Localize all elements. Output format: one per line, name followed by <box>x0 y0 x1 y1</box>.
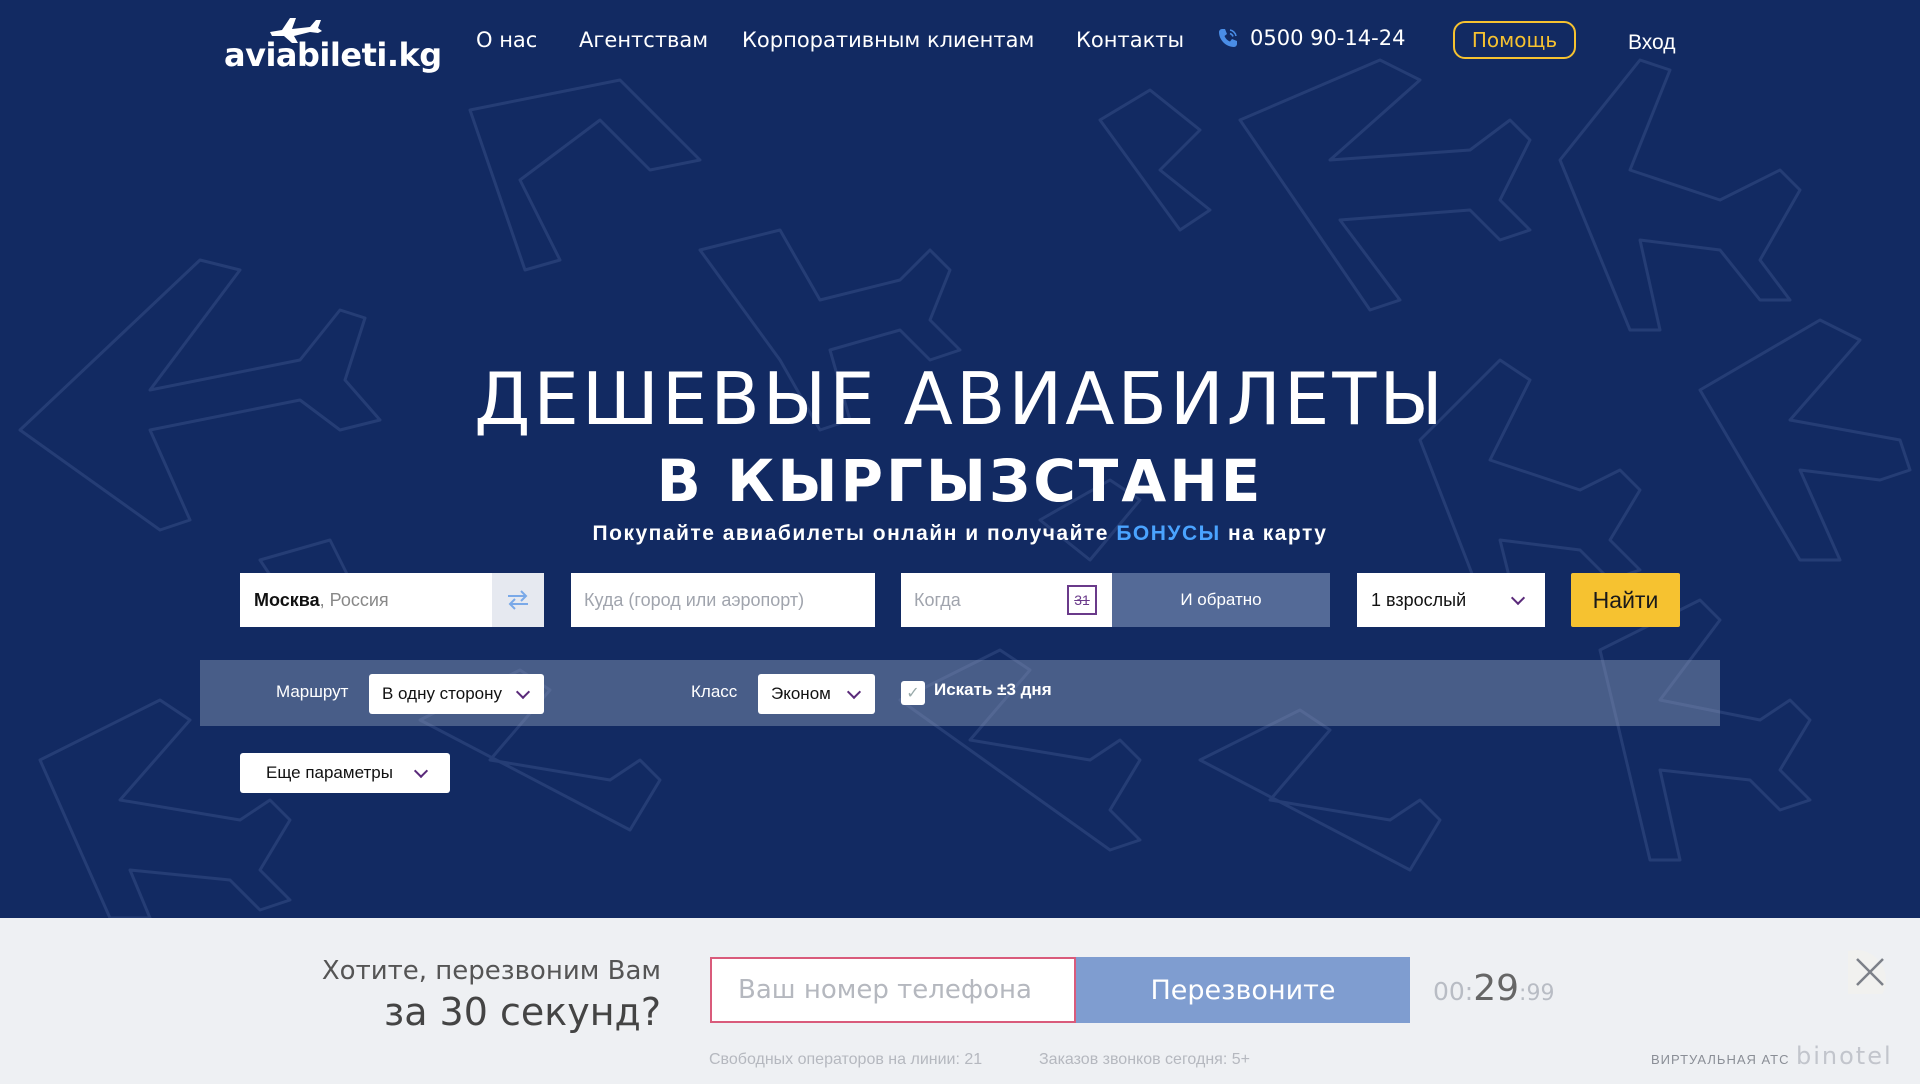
nav-contacts[interactable]: Контакты <box>1076 28 1184 58</box>
chevron-down-icon <box>515 684 531 699</box>
search-options-bar: Маршрут В одну сторону Класс Эконом ✓ Ис… <box>200 660 1720 726</box>
callback-widget: Хотите, перезвоним Вам за 30 секунд? Ваш… <box>0 918 1920 1084</box>
route-select[interactable]: В одну сторону <box>369 674 544 714</box>
chevron-down-icon <box>846 684 862 699</box>
callback-button[interactable]: Перезвоните <box>1076 957 1410 1023</box>
route-label: Маршрут <box>276 682 349 701</box>
timer-seconds: 29 <box>1473 968 1520 1009</box>
phone-icon <box>1219 29 1237 47</box>
hero-subtitle-bonus: БОНУСЫ <box>1116 522 1221 545</box>
timer-minutes: 00: <box>1433 977 1474 1006</box>
timer-ms: :99 <box>1519 981 1555 1006</box>
class-value: Эконом <box>771 684 831 703</box>
hero-title-line2: В КЫРГЫЗСТАНЕ <box>656 447 1264 515</box>
binotel-logo[interactable]: binotel <box>1796 1042 1893 1070</box>
chevron-down-icon <box>1510 590 1526 605</box>
flex-dates-label[interactable]: Искать ±3 дня <box>934 680 1052 700</box>
calendar-icon[interactable]: 31 <box>1067 585 1097 615</box>
swap-button[interactable] <box>492 573 544 627</box>
more-params-label: Еще параметры <box>266 763 393 782</box>
nav-corporate[interactable]: Корпоративным клиентам <box>742 28 1034 58</box>
to-field[interactable]: Куда (город или аэропорт) <box>571 573 875 627</box>
login-link[interactable]: Вход <box>1628 31 1676 55</box>
header-phone[interactable]: 0500 90-14-24 <box>1216 26 1405 50</box>
from-field[interactable]: Москва, Россия <box>240 573 492 627</box>
hero-subtitle-pre: Покупайте авиабилеты онлайн и получайте <box>592 522 1117 545</box>
class-label: Класс <box>691 682 738 701</box>
nav-agencies[interactable]: Агентствам <box>579 28 708 58</box>
callback-question-line1: Хотите, перезвоним Вам <box>321 956 661 986</box>
nav-about[interactable]: О нас <box>476 28 537 58</box>
callback-phone-input[interactable]: Ваш номер телефона <box>710 957 1076 1023</box>
passengers-value: 1 взрослый <box>1371 589 1467 610</box>
class-select[interactable]: Эконом <box>758 674 875 714</box>
search-button[interactable]: Найти <box>1571 573 1680 627</box>
help-button[interactable]: Помощь <box>1453 21 1576 59</box>
flex-dates-checkbox[interactable]: ✓ <box>901 681 925 705</box>
callback-question-line2: за 30 секунд? <box>383 990 661 1034</box>
site-logo[interactable]: aviabileti.kg <box>224 14 442 74</box>
logo-text: aviabileti.kg <box>224 36 442 74</box>
chevron-down-icon <box>413 763 429 778</box>
orders-today-stat: Заказов звонков сегодня: 5+ <box>1039 1051 1250 1068</box>
phone-number: 0500 90-14-24 <box>1250 26 1406 50</box>
hero-title: ДЕШЕВЫЕ АВИАБИЛЕТЫ <box>474 357 1446 441</box>
callback-timer: 00:29:99 <box>1433 968 1554 1009</box>
return-trip-button[interactable]: И обратно <box>1112 573 1330 627</box>
route-value: В одну сторону <box>382 684 503 703</box>
swap-icon <box>508 590 528 610</box>
close-icon[interactable] <box>1848 950 1892 994</box>
checkmark-icon: ✓ <box>906 685 920 702</box>
hero-subtitle-post: на карту <box>1220 522 1328 545</box>
passengers-select[interactable]: 1 взрослый <box>1357 573 1545 627</box>
hero-subtitle: Покупайте авиабилеты онлайн и получайте … <box>0 522 1920 546</box>
site-header: aviabileti.kg О нас Агентствам Корпорати… <box>0 0 1920 90</box>
more-params-button[interactable]: Еще параметры <box>240 753 450 793</box>
free-operators-stat: Свободных операторов на линии: 21 <box>709 1051 983 1068</box>
from-country: , Россия <box>319 589 389 610</box>
from-city: Москва <box>254 589 320 610</box>
virtual-ats-label: ВИРТУАЛЬНАЯ АТС <box>1651 1052 1790 1067</box>
